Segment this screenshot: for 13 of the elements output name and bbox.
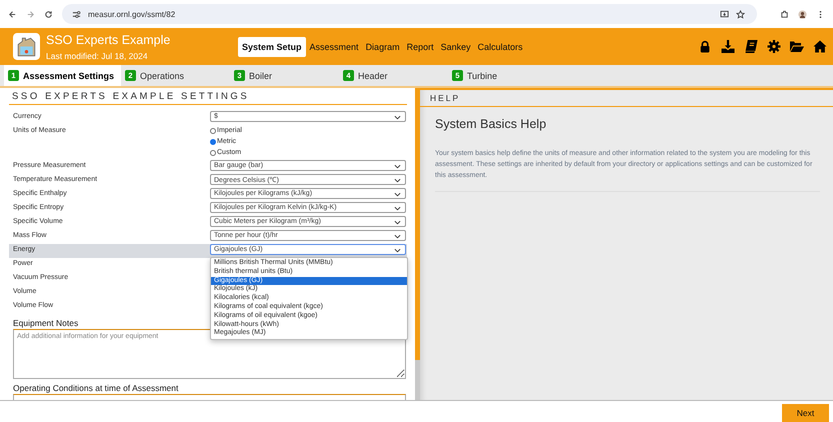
notes-label: Operating Conditions at time of Assessment [13,383,178,393]
step-label: Boiler [249,70,272,80]
help-header: HELP [420,90,833,107]
step-label: Header [358,70,388,80]
help-title: System Basics Help [435,117,548,131]
step-label: Assessment Settings [23,70,114,80]
assessment-title: SSO Experts Example [46,32,172,48]
section-title: SSO EXPERTS EXAMPLE SETTINGS [9,88,407,105]
last-modified-text: Last modified: Jul 18, 2024 [46,50,149,60]
step-label: Operations [140,70,184,80]
url-text: measur.ornl.gov/ssmt/82 [88,10,176,18]
step-label: Turbine [467,70,498,80]
notes-label: Equipment Notes [13,318,78,328]
